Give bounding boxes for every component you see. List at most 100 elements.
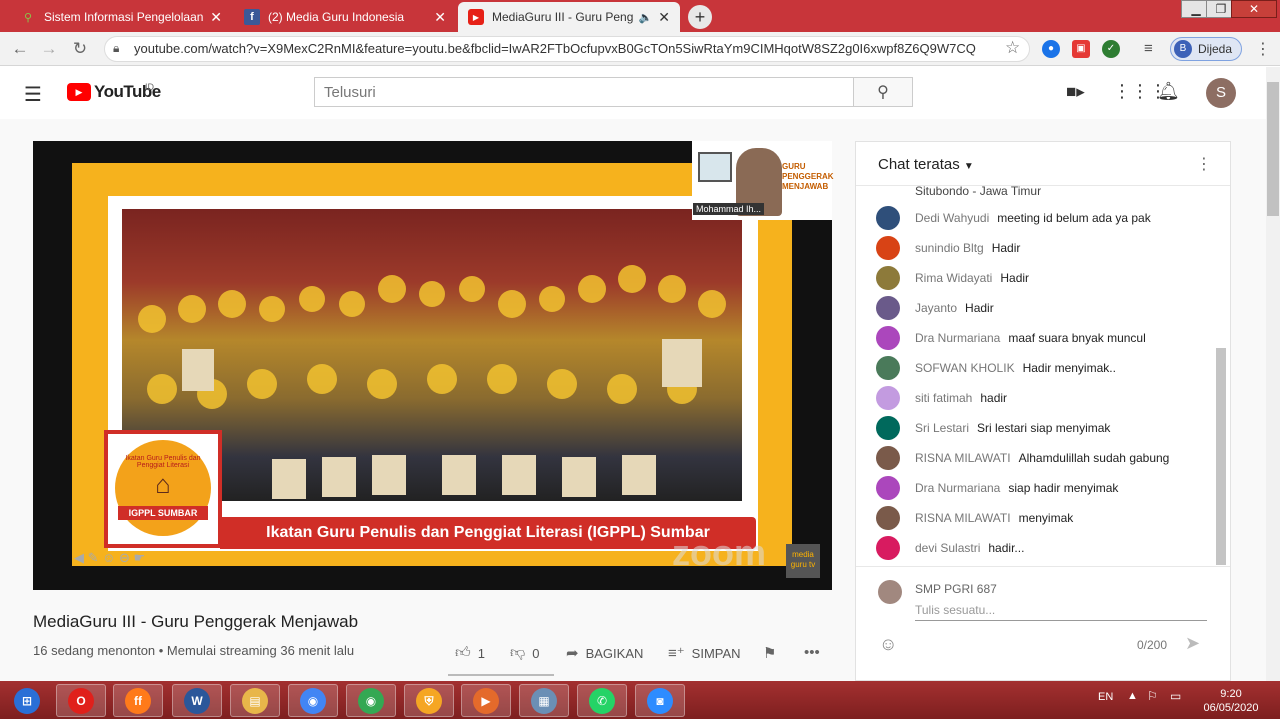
send-icon[interactable]: ➤ (1185, 633, 1200, 654)
dislike-button[interactable]: 👎︎ 0 (510, 644, 539, 662)
extension-icon[interactable]: ● (1042, 40, 1060, 58)
author-name[interactable]: Rima Widayati (915, 271, 992, 285)
author-name[interactable]: Dedi Wahyudi (915, 211, 989, 225)
author-avatar[interactable] (876, 326, 900, 350)
author-avatar[interactable] (876, 236, 900, 260)
browser-menu-icon[interactable]: ⋮ (1255, 39, 1271, 59)
taskbar-zoom[interactable]: ◙ (635, 684, 685, 717)
create-video-icon[interactable]: ■▸ (1066, 82, 1085, 102)
clock[interactable]: 9:20 06/05/2020 (1201, 687, 1261, 715)
search-input[interactable]: Telusuri (314, 77, 854, 107)
account-avatar[interactable]: S (1206, 78, 1236, 108)
new-tab-button[interactable]: + (688, 5, 712, 29)
tab-facebook[interactable]: f (2) Media Guru Indonesia ✕ (234, 2, 456, 32)
close-window-button[interactable]: ✕ (1231, 0, 1277, 18)
action-center-icon[interactable]: ⚐ (1147, 689, 1158, 703)
report-button[interactable]: ⚑ (763, 644, 783, 662)
program-title: GURU PENGGERAK MENJAWAB (782, 162, 834, 191)
author-avatar[interactable] (876, 416, 900, 440)
profile-button[interactable]: B Dijeda (1170, 37, 1242, 61)
author-avatar[interactable] (876, 206, 900, 230)
chat-message: SOFWAN KHOLIK Hadir menyimak.. (876, 353, 1216, 383)
like-button[interactable]: 👍︎ 1 (455, 644, 485, 662)
back-icon[interactable]: ← (9, 39, 31, 59)
chat-menu-icon[interactable]: ⋮ (1196, 154, 1212, 174)
chat-mode-dropdown[interactable]: Chat teratas ▼ (878, 156, 974, 173)
close-icon[interactable]: ✕ (210, 9, 222, 26)
taskbar-chrome-profile[interactable]: ◉ (346, 684, 396, 717)
profile-status: Dijeda (1198, 42, 1233, 56)
share-button[interactable]: ➦ BAGIKAN (566, 644, 643, 662)
forward-icon[interactable]: → (38, 39, 60, 59)
author-avatar[interactable] (876, 476, 900, 500)
extension-icon[interactable]: ▣ (1072, 40, 1090, 58)
time: 9:20 (1220, 688, 1242, 700)
author-name[interactable]: sunindio Bltg (915, 241, 984, 255)
author-name[interactable]: Dra Nurmariana (915, 331, 1000, 345)
search-icon[interactable]: ⚲ (853, 77, 913, 107)
close-icon[interactable]: ✕ (658, 9, 670, 26)
taskbar-opera[interactable]: O (56, 684, 106, 717)
taskbar-start-button[interactable]: ⊞ (2, 684, 52, 717)
author-name[interactable]: RISNA MILAWATI (915, 451, 1011, 465)
author-avatar[interactable] (876, 536, 900, 560)
firefox-icon: ff (125, 687, 151, 714)
close-icon[interactable]: ✕ (434, 9, 446, 26)
explorer-icon: ▤ (242, 687, 268, 714)
author-name[interactable]: devi Sulastri (915, 541, 980, 555)
taskbar-chrome[interactable]: ◉ (288, 684, 338, 717)
message-text: Alhamdulillah sudah gabung (1018, 451, 1170, 465)
author-avatar[interactable] (876, 266, 900, 290)
taskbar-vpn[interactable]: ⛨ (404, 684, 454, 717)
network-icon[interactable]: ▭ (1170, 689, 1181, 703)
taskbar-explorer[interactable]: ▤ (230, 684, 280, 717)
taskbar-firefox[interactable]: ff (113, 684, 163, 717)
share-icon: ➦ (566, 645, 579, 662)
author-avatar[interactable] (876, 506, 900, 530)
taskbar-media[interactable]: ▶ (461, 684, 511, 717)
vpn-icon: ⛨ (416, 687, 442, 714)
tab-title: Sistem Informasi Pengelolaan Ke (44, 10, 205, 24)
author-name[interactable]: SOFWAN KHOLIK (915, 361, 1015, 375)
author-avatar[interactable] (876, 296, 900, 320)
tray-arrow-icon[interactable]: ▲ (1127, 690, 1138, 702)
emoji-icon[interactable]: ☺ (879, 634, 897, 655)
tab-siplah[interactable]: ⚲ Sistem Informasi Pengelolaan Ke ✕ (10, 2, 232, 32)
network-icon: ▦ (531, 687, 557, 714)
language-indicator[interactable]: EN (1098, 691, 1113, 703)
extension-check-icon[interactable]: ✓ (1102, 40, 1120, 58)
chat-message: sunindio Bltg Hadir (876, 233, 1216, 263)
media-control-icon[interactable]: ≡ (1144, 40, 1153, 57)
author-name[interactable]: Dra Nurmariana (915, 481, 1000, 495)
more-actions-button[interactable]: ••• (804, 644, 827, 661)
author-name[interactable]: siti fatimah (915, 391, 972, 405)
chat-input[interactable]: Tulis sesuatu... (915, 603, 1207, 621)
thumbs-up-icon: 👍︎ (455, 644, 471, 661)
hamburger-menu-icon[interactable]: ☰ (24, 82, 42, 107)
igppl-logo-name: IGPPL SUMBAR (118, 506, 208, 520)
reload-icon[interactable]: ↻ (69, 39, 91, 59)
taskbar-word[interactable]: W (172, 684, 222, 717)
youtube-icon: ▶ (468, 9, 484, 25)
author-avatar[interactable] (876, 356, 900, 380)
bookmark-star-icon[interactable]: ☆ (1005, 38, 1020, 58)
author-name[interactable]: Sri Lestari (915, 421, 969, 435)
taskbar-network[interactable]: ▦ (519, 684, 569, 717)
speaker-icon[interactable]: 🔈 (639, 11, 653, 24)
author-avatar[interactable] (876, 446, 900, 470)
author-name[interactable]: Jayanto (915, 301, 957, 315)
save-button[interactable]: ≡⁺ SIMPAN (668, 644, 741, 662)
chat-message: Dedi Wahyudi meeting id belum ada ya pak (876, 203, 1216, 233)
laptop-graphic (698, 152, 732, 182)
author-avatar[interactable] (876, 386, 900, 410)
page-scrollbar-thumb[interactable] (1267, 82, 1279, 216)
tab-youtube[interactable]: ▶ MediaGuru III - Guru Pengge 🔈 ✕ (458, 2, 680, 32)
chat-title: Chat teratas (878, 156, 960, 173)
youtube-logo-icon[interactable]: ▶ (67, 83, 91, 101)
taskbar-whatsapp[interactable]: ✆ (577, 684, 627, 717)
speaker-name: Mohammad Ih... (693, 203, 765, 215)
chat-scrollbar[interactable] (1216, 348, 1226, 565)
author-name[interactable]: RISNA MILAWATI (915, 511, 1011, 525)
url-text[interactable]: youtube.com/watch?v=X9MexC2RnMI&feature=… (134, 41, 976, 56)
notifications-bell-icon[interactable]: 🔔︎ (1157, 81, 1180, 102)
